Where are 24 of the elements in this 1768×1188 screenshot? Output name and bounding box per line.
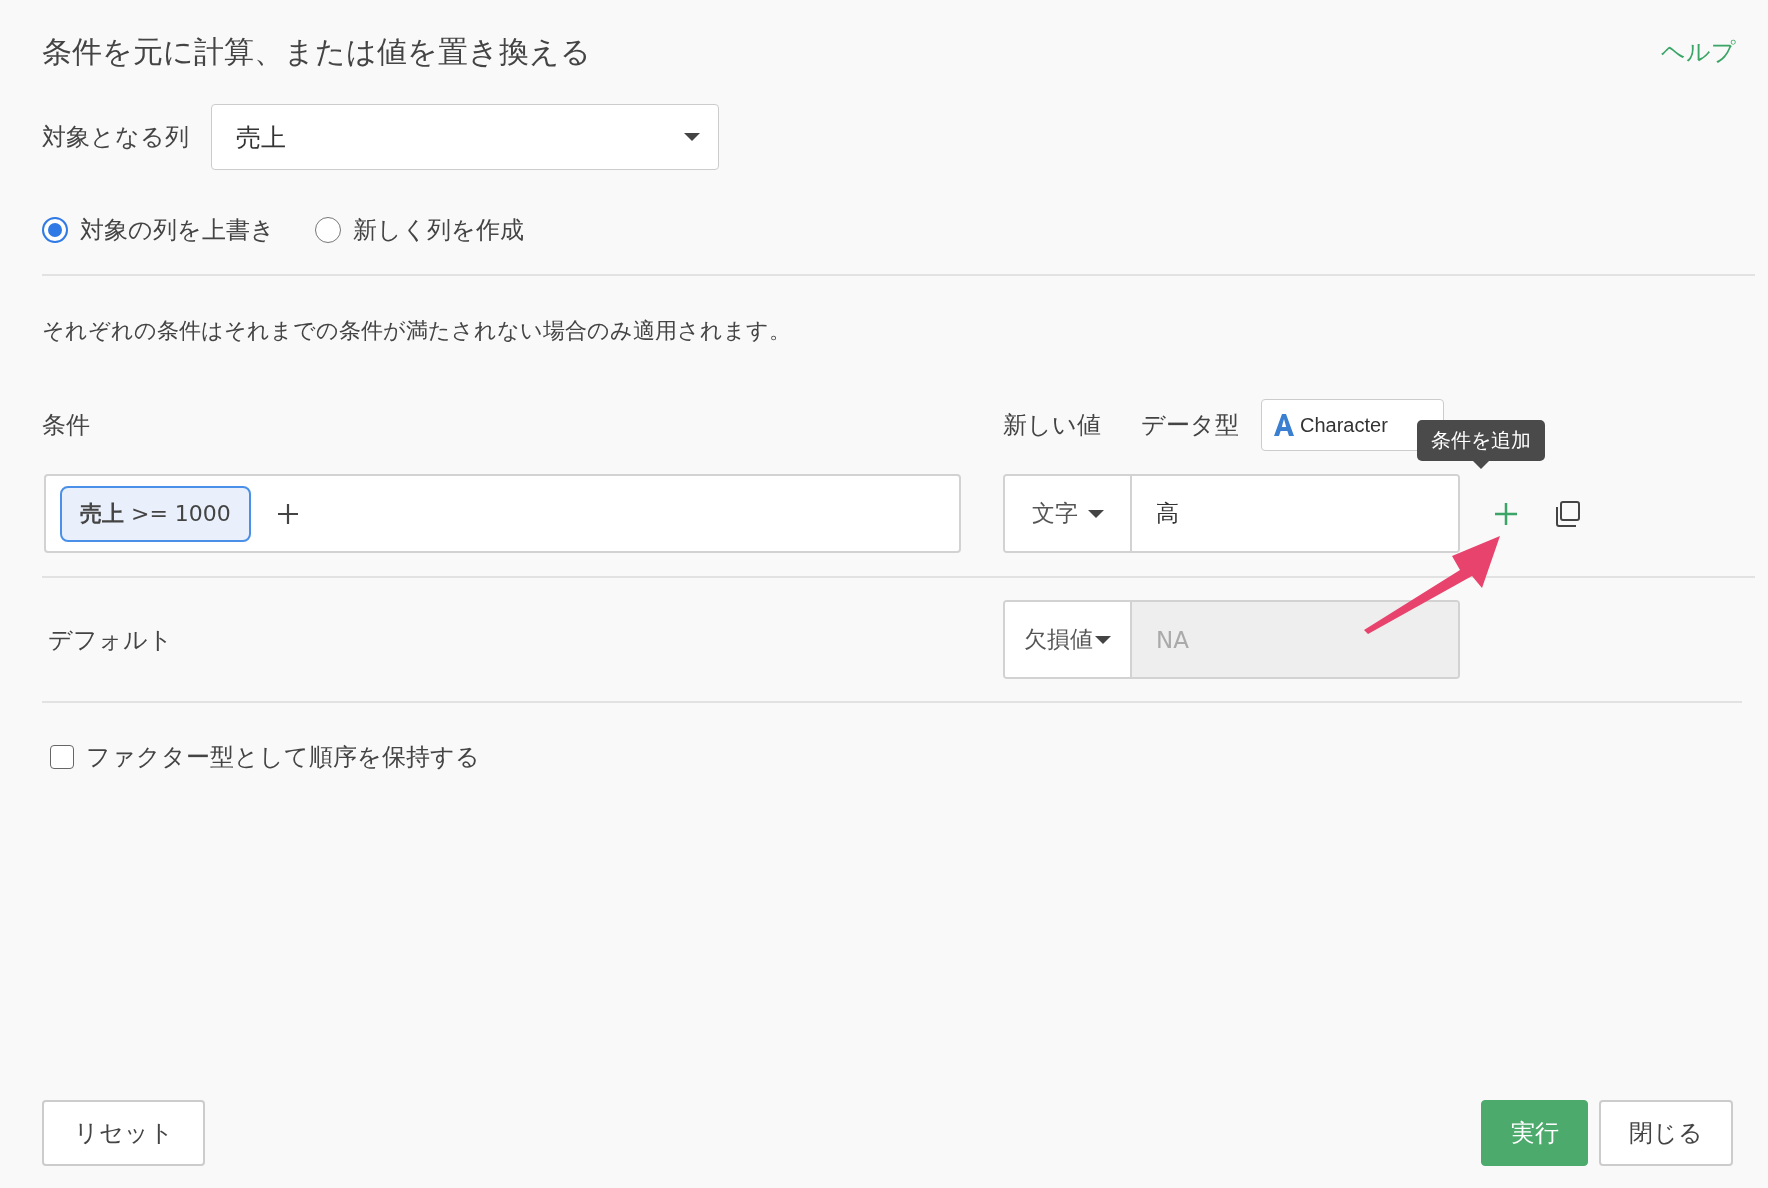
reset-button[interactable]: リセット <box>42 1100 205 1166</box>
row-label: デフォルト <box>47 624 174 656</box>
caret-icon <box>684 132 700 142</box>
condition-field[interactable]: 売上 >= 1000 <box>44 474 961 553</box>
column-header: 条件 <box>42 411 90 439</box>
add-icon[interactable] <box>276 502 299 525</box>
info-text: それぞれの条件はそれまでの条件が満たされない場合のみ適用されます。 <box>42 317 792 345</box>
copy-icon[interactable] <box>1553 499 1581 528</box>
checkbox[interactable] <box>50 745 74 769</box>
close-button[interactable]: 閉じる <box>1599 1100 1733 1166</box>
column-header: データ型 <box>1141 410 1239 441</box>
radio-button[interactable] <box>42 217 68 243</box>
column-header: 新しい値 <box>1003 410 1101 441</box>
field-label: 対象となる列 <box>42 122 189 153</box>
tooltip-pointer-icon <box>1473 461 1489 469</box>
radio-label: 対象の列を上書き <box>80 215 275 246</box>
checkbox-label: ファクター型として順序を保持する <box>86 742 480 773</box>
tooltip: 条件を追加 <box>1417 420 1545 469</box>
radio-label: 新しく列を作成 <box>353 215 524 246</box>
radio-button[interactable] <box>315 217 341 243</box>
condition-chip[interactable]: 売上 >= 1000 <box>60 485 251 542</box>
dialog-title: 条件を元に計算、または値を置き換える <box>42 32 591 71</box>
column-select[interactable]: 売上 <box>211 104 719 170</box>
letter-a-icon <box>1274 414 1294 436</box>
